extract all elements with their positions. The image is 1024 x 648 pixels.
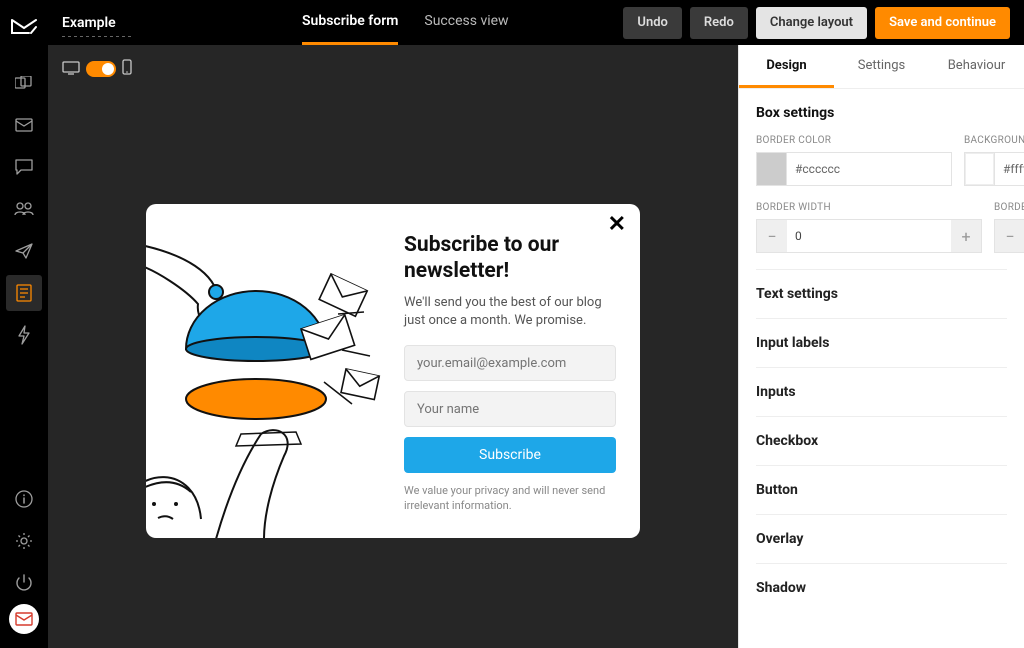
properties-panel: Design Settings Behaviour Box settings B… — [738, 45, 1024, 648]
sidebar — [0, 0, 48, 648]
panel-tab-design[interactable]: Design — [739, 45, 834, 88]
close-icon[interactable]: ✕ — [608, 214, 626, 236]
nav-chat-icon[interactable] — [6, 149, 42, 185]
section-checkbox[interactable]: Checkbox — [756, 416, 1007, 465]
tab-subscribe-form[interactable]: Subscribe form — [302, 0, 398, 45]
main-area: Example Subscribe form Success view Undo… — [48, 0, 1024, 648]
project-title[interactable]: Example — [62, 15, 302, 31]
nav-contacts-icon[interactable] — [6, 191, 42, 227]
device-switcher — [48, 45, 738, 93]
device-toggle[interactable] — [86, 61, 116, 77]
popup-preview[interactable]: ✕ — [146, 204, 640, 538]
popup-fineprint: We value your privacy and will never sen… — [404, 483, 616, 514]
sender-badge[interactable] — [9, 604, 39, 634]
border-width-increment[interactable]: + — [951, 220, 981, 252]
nav-mail-icon[interactable] — [6, 107, 42, 143]
panel-body: Box settings BORDER COLOR BACKGROUND COL… — [739, 89, 1024, 648]
popup-content: Subscribe to our newsletter! We'll send … — [390, 204, 640, 538]
section-input-labels[interactable]: Input labels — [756, 318, 1007, 367]
redo-button[interactable]: Redo — [690, 7, 748, 39]
view-tabs: Subscribe form Success view — [302, 0, 509, 45]
nav-info-icon[interactable] — [6, 481, 42, 517]
section-inputs[interactable]: Inputs — [756, 367, 1007, 416]
popup-subheading: We'll send you the best of our blog just… — [404, 294, 616, 329]
canvas[interactable]: ✕ — [48, 93, 738, 648]
section-shadow[interactable]: Shadow — [756, 563, 1007, 612]
popup-heading: Subscribe to our newsletter! — [404, 232, 616, 285]
topbar: Example Subscribe form Success view Undo… — [48, 0, 1024, 45]
background-color-input[interactable] — [964, 152, 1024, 186]
panel-tab-settings[interactable]: Settings — [834, 45, 929, 88]
background-color-swatch[interactable] — [965, 153, 995, 185]
save-continue-button[interactable]: Save and continue — [875, 7, 1010, 39]
section-overlay[interactable]: Overlay — [756, 514, 1007, 563]
border-color-field[interactable] — [787, 153, 951, 185]
desktop-icon[interactable] — [62, 60, 80, 79]
border-color-swatch[interactable] — [757, 153, 787, 185]
border-radius-input[interactable]: − + — [994, 219, 1024, 253]
app-root: Example Subscribe form Success view Undo… — [0, 0, 1024, 648]
tab-success-view[interactable]: Success view — [424, 0, 508, 45]
popup-illustration — [146, 204, 390, 538]
border-color-label: BORDER COLOR — [756, 135, 952, 146]
border-radius-label: BORDER RADIUS — [994, 202, 1024, 213]
section-text-settings[interactable]: Text settings — [756, 269, 1007, 318]
panel-tab-behaviour[interactable]: Behaviour — [929, 45, 1024, 88]
section-box-settings: Box settings — [756, 105, 1007, 121]
border-radius-decrement[interactable]: − — [995, 220, 1024, 252]
subscribe-button[interactable]: Subscribe — [404, 437, 616, 473]
change-layout-button[interactable]: Change layout — [756, 7, 867, 39]
border-width-decrement[interactable]: − — [757, 220, 787, 252]
body: ✕ — [48, 45, 1024, 648]
topbar-actions: Undo Redo Change layout Save and continu… — [623, 7, 1010, 39]
name-input[interactable] — [404, 391, 616, 427]
undo-button[interactable]: Undo — [623, 7, 681, 39]
nav-power-icon[interactable] — [6, 565, 42, 601]
nav-automation-icon[interactable] — [6, 317, 42, 353]
nav-settings-icon[interactable] — [6, 523, 42, 559]
border-width-label: BORDER WIDTH — [756, 202, 982, 213]
logo[interactable] — [10, 12, 38, 40]
mobile-icon[interactable] — [122, 59, 132, 79]
nav-forms-icon[interactable] — [6, 275, 42, 311]
background-color-field[interactable] — [995, 153, 1024, 185]
nav-send-icon[interactable] — [6, 233, 42, 269]
background-color-label: BACKGROUND COLOR — [964, 135, 1024, 146]
panel-tabs: Design Settings Behaviour — [739, 45, 1024, 89]
section-button[interactable]: Button — [756, 465, 1007, 514]
email-input[interactable] — [404, 345, 616, 381]
canvas-area: ✕ — [48, 45, 738, 648]
border-width-input[interactable]: − + — [756, 219, 982, 253]
border-color-input[interactable] — [756, 152, 952, 186]
nav-dashboard-icon[interactable] — [6, 65, 42, 101]
border-width-field[interactable] — [787, 229, 951, 243]
